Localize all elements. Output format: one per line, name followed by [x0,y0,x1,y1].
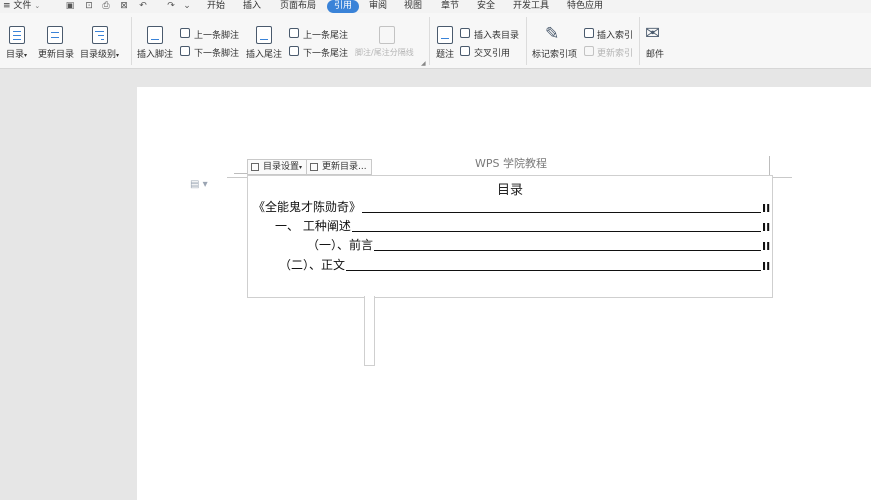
toc-entry-page: II [762,240,771,253]
redo-icon[interactable]: ↷ [166,1,176,11]
export-pdf-icon[interactable]: ⊡ [84,1,94,11]
document-page[interactable]: WPS 学院教程 ▤ ▾ 目录设置▾ 更新目录... 目录 《全能鬼才陈勋奇》 … [137,87,871,500]
insert-index-button[interactable]: 插入索引 [597,28,633,41]
toc-icon [9,26,25,44]
ribbon: 目录▾ 更新目录 目录级别▾ 插入脚注 上一条脚注 下一条脚注 插入尾注 上一条… [0,13,871,69]
menu-bar: ≡ 文件 ⌄ ▣ ⊡ ⎙ ⊠ ↶ ↷ ⌄ 开始 插入 页面布局 引用 审阅 视图… [0,0,871,13]
separator [131,17,132,65]
toc-entry[interactable]: 《全能鬼才陈勋奇》 II [253,198,770,215]
insert-table-toc-button[interactable]: 插入表目录 [474,28,519,41]
toc-level-icon [92,26,108,44]
customize-icon[interactable]: ⌄ [182,1,192,11]
footnote-separator-button[interactable]: 脚注/尾注分隔线 [355,47,414,58]
update-index-button[interactable]: 更新索引 [597,46,633,59]
print-icon[interactable]: ⎙ [101,1,111,11]
next-footnote-icon [180,46,190,56]
endnote-icon [256,26,272,44]
tab-security[interactable]: 安全 [477,0,495,13]
prev-endnote-button[interactable]: 上一条尾注 [303,28,348,41]
prev-footnote-icon [180,28,190,38]
mail-button[interactable]: 邮件 [646,47,664,60]
toc-update-label: 更新目录... [322,162,367,172]
prev-endnote-icon [289,28,299,38]
toc-leader [351,230,761,232]
separator-line-icon [379,26,395,44]
mark-index-icon: ✎ [545,24,560,44]
mark-index-button[interactable]: 标记索引项 [532,47,577,60]
next-footnote-button[interactable]: 下一条脚注 [194,46,239,59]
toc-entry-page: II [762,221,771,234]
caption-button[interactable]: 题注 [436,47,454,60]
print-preview-icon[interactable]: ⊠ [119,1,129,11]
toc-entry[interactable]: 一、 工种阐述 II [275,217,770,234]
toc-toolbar: 目录设置▾ 更新目录... [247,159,372,175]
toc-entry-page: II [762,202,771,215]
toc-title: 目录 [497,183,524,198]
toc-entry[interactable]: （二）、正文 II [279,256,770,273]
toc-entry[interactable]: （一）、前言 II [307,236,770,253]
file-menu[interactable]: ≡ 文件 ⌄ [3,0,40,13]
tab-chapter[interactable]: 章节 [441,0,459,13]
table-toc-icon [460,28,470,38]
tab-insert[interactable]: 插入 [243,0,261,13]
undo-icon[interactable]: ↶ [138,1,148,11]
refresh-icon [310,163,319,171]
chevron-down-icon: ▾ [299,164,303,171]
document-icon[interactable]: ▤ ▾ [190,179,208,190]
tab-features[interactable]: 特色应用 [567,0,603,13]
header-text: WPS 学院教程 [475,157,547,170]
footnote-icon [147,26,163,44]
save-icon[interactable]: ▣ [65,1,75,11]
insert-footnote-button[interactable]: 插入脚注 [137,47,173,60]
file-menu-label: ≡ 文件 [3,1,32,11]
cross-ref-button[interactable]: 交叉引用 [474,46,510,59]
toc-button-label: 目录 [6,50,25,60]
next-endnote-icon [289,46,299,56]
toc-entry-page: II [762,260,771,273]
chevron-down-icon: ▾ [24,52,28,59]
tab-review[interactable]: 审阅 [369,0,387,13]
toc-settings-button[interactable]: 目录设置▾ [247,159,308,175]
toc-level-button[interactable]: 目录级别▾ [80,47,119,60]
toc-entry-text: 一、 工种阐述 [275,219,351,233]
toc-entry-text: （二）、正文 [279,258,346,272]
insert-index-icon [584,28,594,38]
prev-footnote-button[interactable]: 上一条脚注 [194,28,239,41]
insert-endnote-button[interactable]: 插入尾注 [246,47,282,60]
mail-icon: ✉ [645,23,661,44]
toc-leader [346,269,761,271]
update-toc-icon [47,26,63,44]
caption-icon [437,26,453,44]
tab-developer[interactable]: 开发工具 [513,0,549,13]
toc-leader [374,249,761,251]
toc-leader [362,211,761,213]
separator [526,17,527,65]
update-index-icon [584,46,594,56]
update-toc-button[interactable]: 更新目录 [38,47,74,60]
cross-ref-icon [460,46,470,56]
toc-field-tail [364,296,375,366]
toc-settings-label: 目录设置 [263,162,300,172]
tab-references[interactable]: 引用 [327,0,360,13]
margin-mark [769,156,770,176]
chevron-down-icon: ▾ [116,52,120,59]
toc-button[interactable]: 目录▾ [6,47,27,60]
toc-level-label: 目录级别 [80,50,117,60]
list-icon [251,163,259,171]
toc-entry-text: （一）、前言 [307,238,374,252]
chevron-down-icon: ⌄ [34,2,41,10]
toc-update-button[interactable]: 更新目录... [307,159,372,175]
dialog-launcher-icon[interactable]: ◢ [421,60,426,67]
separator [639,17,640,65]
margin-mark [234,173,248,174]
tab-view[interactable]: 视图 [404,0,422,13]
tab-page-layout[interactable]: 页面布局 [280,0,316,13]
tab-home[interactable]: 开始 [207,0,225,13]
toc-entry-text: 《全能鬼才陈勋奇》 [253,200,362,214]
next-endnote-button[interactable]: 下一条尾注 [303,46,348,59]
separator [429,17,430,65]
